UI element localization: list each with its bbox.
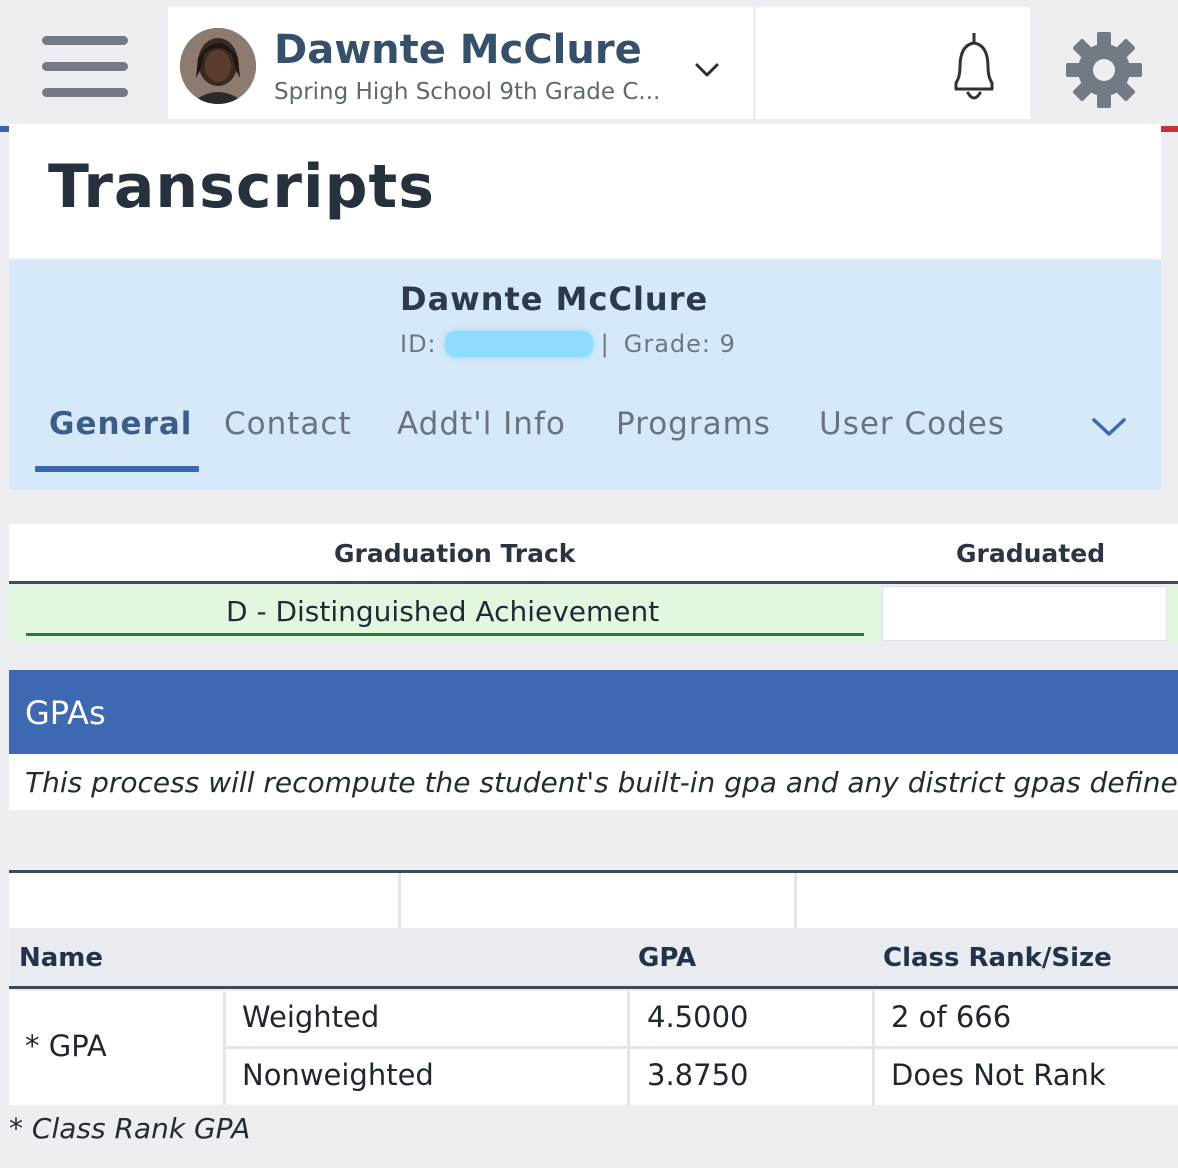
profile-name: Dawnte McClure bbox=[274, 27, 642, 73]
gpa-filter-row bbox=[9, 870, 1178, 928]
menu-icon[interactable] bbox=[42, 36, 128, 98]
tab-addtl-info[interactable]: Addt'l Info bbox=[397, 406, 566, 442]
gpa-table-header: Name GPA Class Rank/Size bbox=[9, 928, 1178, 989]
gpa-type-weighted: Weighted bbox=[242, 1000, 380, 1034]
class-rank-nonweighted: Does Not Rank bbox=[891, 1058, 1106, 1092]
column-header-gpa: GPA bbox=[638, 943, 697, 973]
tab-contact[interactable]: Contact bbox=[224, 406, 352, 442]
graduated-field[interactable] bbox=[882, 586, 1167, 641]
gpa-value-nonweighted: 3.8750 bbox=[647, 1058, 749, 1092]
student-id-label: ID: bbox=[400, 330, 437, 358]
page-title: Transcripts bbox=[48, 152, 435, 222]
column-header-name: Name bbox=[19, 943, 104, 973]
student-card: Dawnte McClure ID: | Grade: 9 General Co… bbox=[9, 260, 1161, 490]
gpa-group-name: * GPA bbox=[25, 1029, 107, 1063]
tab-general[interactable]: General bbox=[49, 406, 192, 442]
gpa-description-row: This process will recompute the student'… bbox=[9, 754, 1178, 810]
graduation-table-header: Graduation Track Graduated bbox=[9, 524, 1178, 584]
student-name: Dawnte McClure bbox=[400, 280, 709, 318]
gpa-type-nonweighted: Nonweighted bbox=[242, 1058, 434, 1092]
title-panel: Transcripts bbox=[9, 124, 1161, 258]
column-header-rank: Class Rank/Size bbox=[883, 943, 1112, 973]
accent-stripe-right bbox=[1160, 126, 1178, 132]
tab-bar: General Contact Addt'l Info Programs Use… bbox=[9, 400, 1161, 472]
graduation-table-row: D - Distinguished Achievement bbox=[9, 586, 1178, 642]
gpa-section-header: GPAs bbox=[9, 670, 1178, 754]
graduation-track-value: D - Distinguished Achievement bbox=[226, 595, 660, 628]
student-meta: ID: | Grade: 9 bbox=[400, 330, 736, 358]
bell-icon bbox=[954, 33, 994, 100]
meta-separator: | bbox=[600, 330, 610, 358]
tab-user-codes[interactable]: User Codes bbox=[819, 406, 1005, 442]
row-divider bbox=[223, 1046, 1178, 1049]
profile-school: Spring High School 9th Grade C... bbox=[274, 79, 661, 105]
gpa-value-weighted: 4.5000 bbox=[647, 1000, 749, 1034]
graduated-header: Graduated bbox=[956, 539, 1106, 568]
gpa-filter-cell[interactable] bbox=[401, 873, 797, 928]
gpa-section-title: GPAs bbox=[25, 694, 106, 732]
tab-programs[interactable]: Programs bbox=[616, 406, 771, 442]
gpa-filter-cell[interactable] bbox=[797, 873, 1178, 928]
gpa-table-body: * GPA Weighted 4.5000 2 of 666 Nonweight… bbox=[9, 991, 1178, 1105]
chevron-down-icon[interactable] bbox=[694, 61, 720, 79]
gear-icon[interactable] bbox=[1066, 32, 1142, 108]
notifications-button[interactable] bbox=[756, 7, 1030, 119]
class-rank-weighted: 2 of 666 bbox=[891, 1000, 1012, 1034]
graduation-track-select[interactable]: D - Distinguished Achievement bbox=[26, 586, 864, 636]
active-tab-indicator bbox=[35, 466, 199, 472]
chevron-down-icon[interactable] bbox=[1091, 416, 1127, 438]
profile-switcher[interactable]: Dawnte McClure Spring High School 9th Gr… bbox=[168, 7, 753, 119]
avatar bbox=[180, 28, 256, 104]
gpa-filter-cell[interactable] bbox=[9, 873, 401, 928]
redacted-id bbox=[444, 331, 593, 357]
student-grade: Grade: 9 bbox=[623, 330, 736, 358]
gpa-footnote: * Class Rank GPA bbox=[9, 1112, 251, 1145]
gpa-description: This process will recompute the student'… bbox=[25, 766, 1178, 799]
graduation-track-header: Graduation Track bbox=[334, 539, 576, 568]
gpa-spacer bbox=[9, 810, 1178, 870]
